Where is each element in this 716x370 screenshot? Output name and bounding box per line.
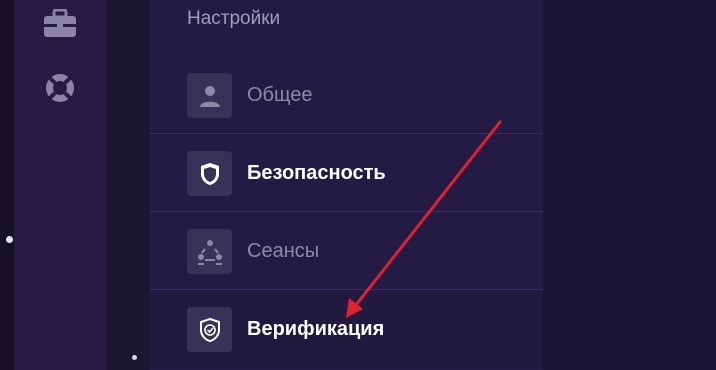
- left-edge-strip: [0, 0, 14, 370]
- edge-dot: [6, 236, 13, 243]
- panel-title: Настройки: [187, 8, 281, 29]
- icon-rail: [14, 0, 106, 370]
- gap-dot: [132, 355, 137, 360]
- shield-check-icon: [187, 307, 232, 352]
- menu-item-label: Общее: [247, 84, 313, 106]
- briefcase-icon[interactable]: [42, 6, 78, 42]
- divider-column: [106, 0, 150, 370]
- menu-item-label: Сеансы: [247, 240, 320, 262]
- lifebuoy-icon[interactable]: [42, 70, 78, 106]
- menu-item-general[interactable]: Общее: [150, 57, 543, 134]
- content-area: [543, 0, 716, 370]
- menu-item-label: Безопасность: [247, 162, 386, 184]
- shield-icon: [187, 151, 232, 196]
- menu-item-verification[interactable]: Верификация: [150, 291, 543, 368]
- menu-item-security[interactable]: Безопасность: [150, 135, 543, 212]
- settings-panel: Настройки Общее Безопасность Сеансы Вери…: [150, 0, 543, 370]
- user-icon: [187, 73, 232, 118]
- menu-item-sessions[interactable]: Сеансы: [150, 213, 543, 290]
- sessions-icon: [187, 229, 232, 274]
- menu-item-label: Верификация: [247, 318, 385, 340]
